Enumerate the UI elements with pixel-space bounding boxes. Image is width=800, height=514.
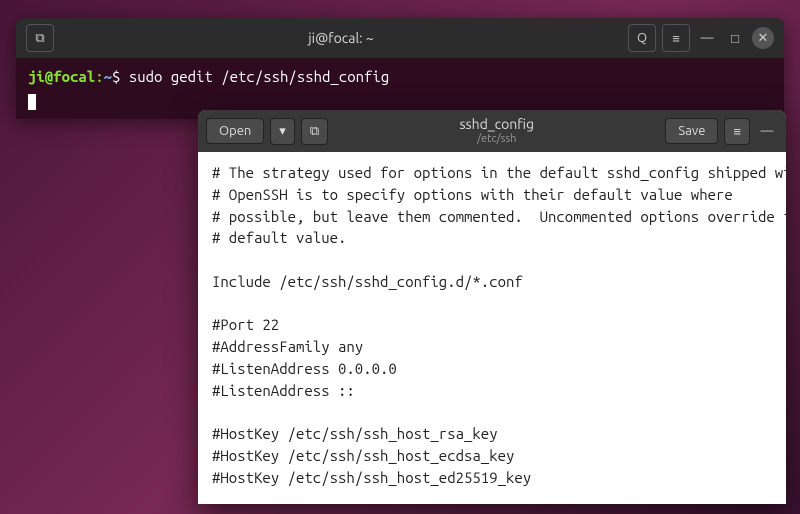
open-dropdown-button[interactable]: ▾: [270, 118, 295, 145]
save-button[interactable]: Save: [665, 118, 718, 144]
terminal-window: ⧉ ji@focal: ~ Q ≡ — □ ✕ ji@focal:~$ sudo…: [16, 18, 784, 119]
gedit-titlebar: Open ▾ ⧉ sshd_config /etc/ssh Save ≡ —: [198, 110, 786, 152]
cursor-icon: [28, 94, 36, 110]
terminal-command: sudo gedit /etc/ssh/sshd_config: [129, 68, 389, 85]
editor-content[interactable]: # The strategy used for options in the d…: [198, 152, 786, 504]
gedit-filename: sshd_config: [334, 117, 659, 132]
search-icon[interactable]: Q: [628, 24, 656, 52]
maximize-button[interactable]: □: [724, 27, 746, 49]
menu-icon[interactable]: ≡: [662, 24, 690, 52]
close-button[interactable]: ✕: [752, 27, 774, 49]
minimize-button[interactable]: —: [696, 27, 718, 49]
prompt-dollar: $: [112, 68, 120, 85]
open-button[interactable]: Open: [206, 118, 264, 144]
terminal-titlebar: ⧉ ji@focal: ~ Q ≡ — □ ✕: [16, 18, 784, 58]
gedit-window: Open ▾ ⧉ sshd_config /etc/ssh Save ≡ — #…: [198, 110, 786, 504]
new-document-icon[interactable]: ⧉: [301, 118, 328, 145]
terminal-title: ji@focal: ~: [54, 30, 628, 46]
gedit-filepath: /etc/ssh: [334, 133, 659, 145]
gedit-menu-icon[interactable]: ≡: [724, 118, 750, 145]
prompt-path: ~: [104, 68, 112, 85]
prompt-user: ji@focal: [28, 68, 95, 85]
new-tab-icon[interactable]: ⧉: [26, 24, 54, 52]
gedit-title: sshd_config /etc/ssh: [334, 117, 659, 144]
gedit-minimize-button[interactable]: —: [756, 120, 778, 142]
prompt-separator: :: [95, 68, 103, 85]
